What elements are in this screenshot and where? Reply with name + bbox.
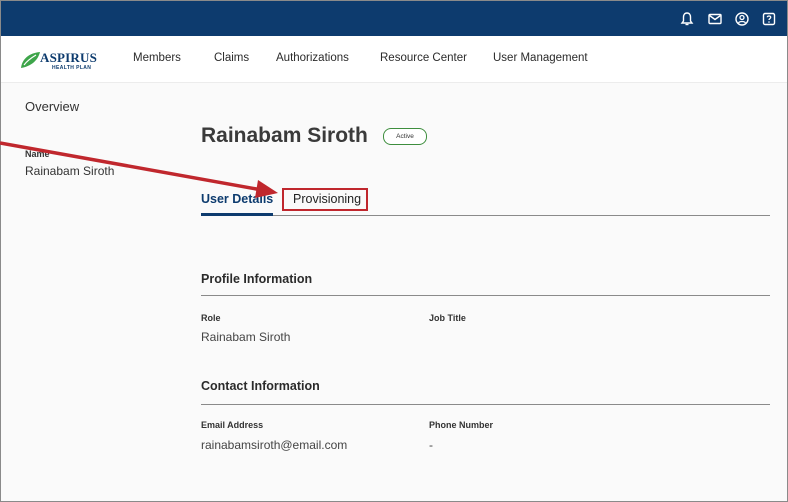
bell-icon[interactable] — [679, 11, 695, 27]
phone-value: - — [429, 438, 433, 452]
provisioning-highlight-box — [282, 188, 368, 211]
sidebar-name-value: Rainabam Siroth — [25, 164, 115, 178]
role-label: Role — [201, 313, 221, 323]
phone-label: Phone Number — [429, 420, 494, 430]
top-bar — [1, 1, 787, 36]
contact-information-heading: Contact Information — [201, 379, 320, 393]
page-title: Rainabam Siroth — [201, 124, 368, 147]
nav-user-management[interactable]: User Management — [493, 52, 588, 64]
main-nav: ASPIRUS HEALTH PLAN Members Claims Autho… — [1, 36, 787, 83]
help-icon[interactable] — [761, 11, 777, 27]
status-badge: Active — [383, 128, 427, 145]
leaf-logo-icon — [21, 52, 40, 68]
nav-claims[interactable]: Claims — [214, 52, 249, 64]
role-value: Rainabam Siroth — [201, 330, 291, 344]
app-window: ASPIRUS HEALTH PLAN Members Claims Autho… — [0, 0, 788, 502]
tab-divider — [201, 215, 770, 216]
nav-members[interactable]: Members — [133, 52, 181, 64]
job-title-label: Job Title — [429, 313, 466, 323]
aspirus-logo[interactable]: ASPIRUS HEALTH PLAN — [19, 50, 109, 72]
contact-divider — [201, 404, 770, 405]
user-circle-icon[interactable] — [734, 11, 750, 27]
profile-information-heading: Profile Information — [201, 272, 313, 286]
profile-divider — [201, 295, 770, 296]
active-tab-indicator — [201, 213, 273, 216]
nav-resource-center[interactable]: Resource Center — [380, 52, 467, 64]
email-label: Email Address — [201, 420, 264, 430]
brand-tagline: HEALTH PLAN — [52, 65, 92, 71]
brand-name: ASPIRUS — [40, 50, 98, 65]
nav-authorizations[interactable]: Authorizations — [276, 52, 349, 64]
sidebar-overview-title: Overview — [25, 99, 80, 114]
mail-icon[interactable] — [707, 11, 723, 27]
email-value: rainabamsiroth@email.com — [201, 438, 348, 452]
sidebar-name-label: Name — [25, 149, 50, 159]
tab-user-details[interactable]: User Details — [201, 192, 273, 206]
